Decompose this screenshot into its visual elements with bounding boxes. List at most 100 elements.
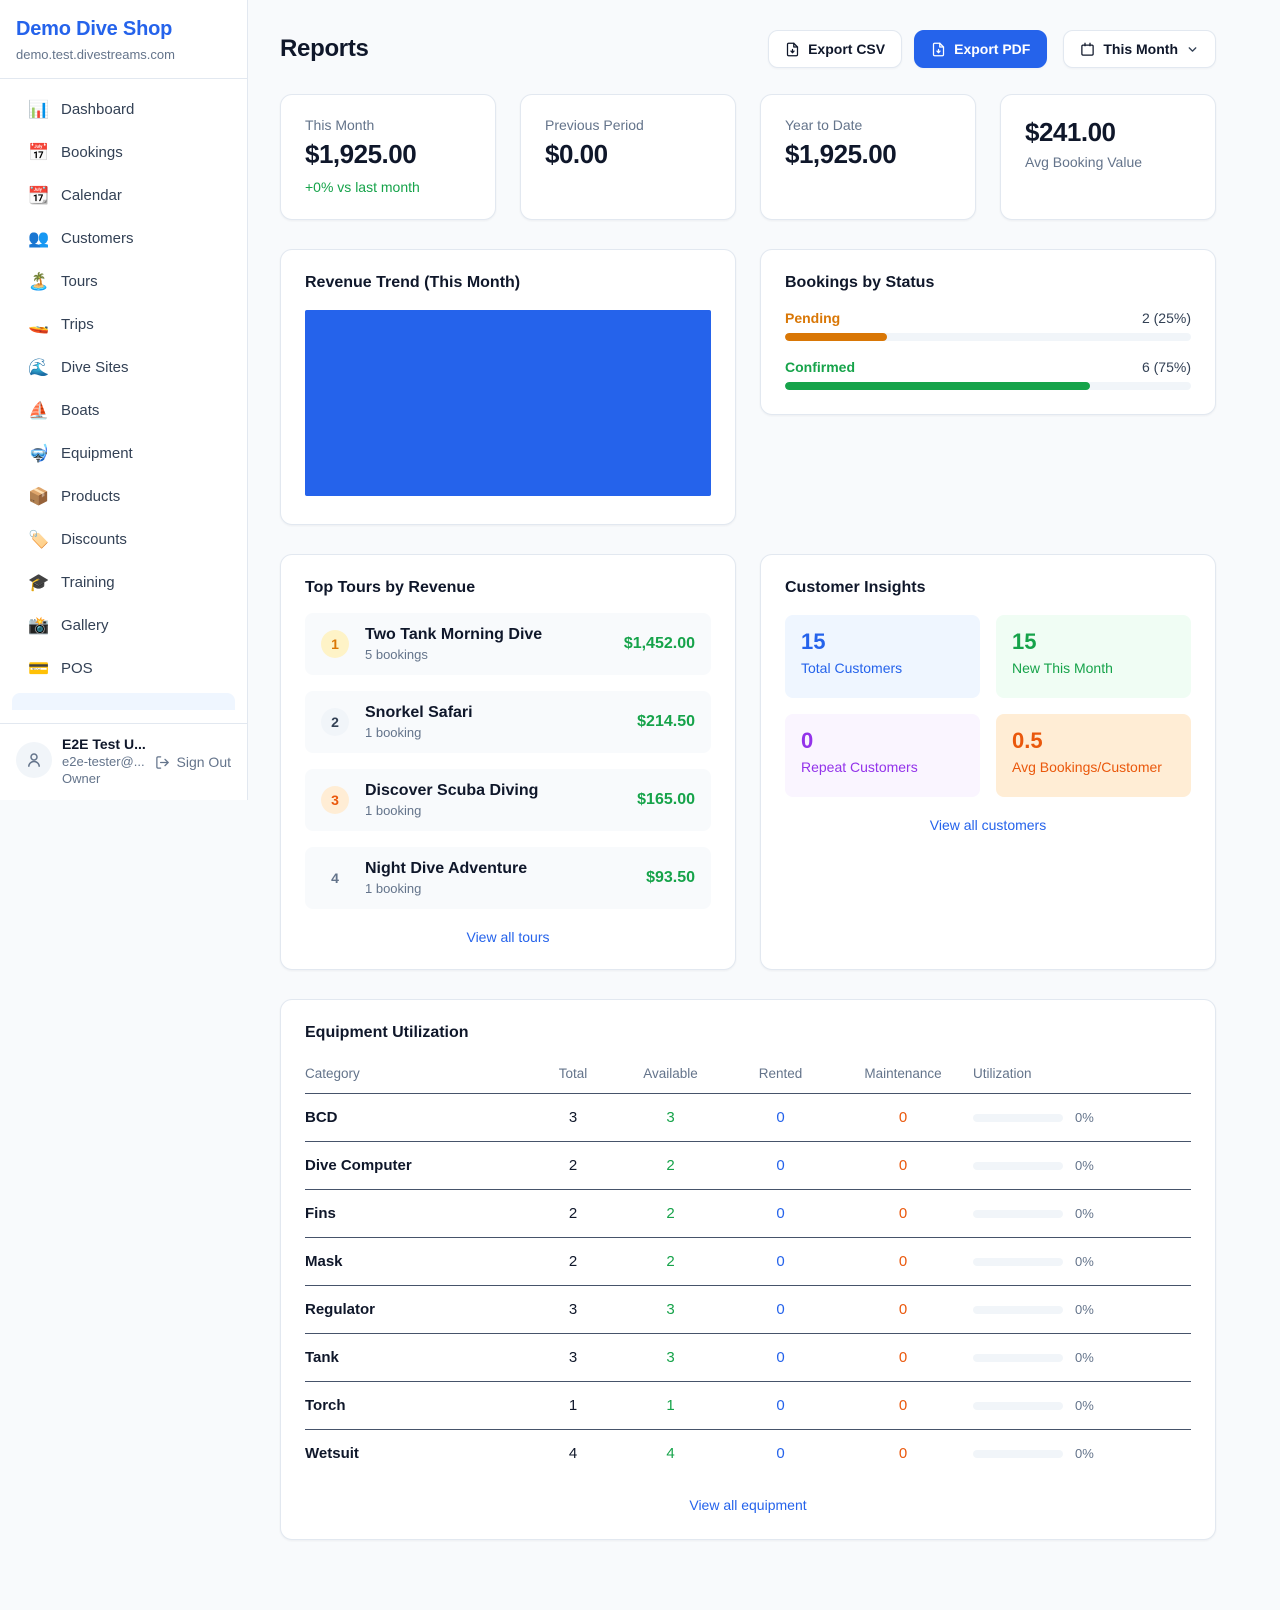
sidebar-item-products[interactable]: 📦 Products [12, 478, 235, 516]
utilization-track [973, 1210, 1063, 1218]
sidebar-item-boats[interactable]: ⛵ Boats [12, 392, 235, 430]
page-header: Reports Export CSV Export PDF This Month [280, 30, 1216, 68]
user-icon [25, 751, 43, 769]
table-row: Mask 2 2 0 0 0% [305, 1238, 1191, 1286]
export-pdf-button[interactable]: Export PDF [914, 30, 1047, 68]
top-tours-title: Top Tours by Revenue [305, 579, 711, 597]
sidebar-item-reports-partial[interactable] [12, 693, 235, 710]
tour-row: 3 Discover Scuba Diving 1 booking $165.0… [305, 769, 711, 831]
tour-bookings: 1 booking [365, 725, 621, 740]
utilization-track [973, 1306, 1063, 1314]
sidebar-item-pos[interactable]: 💳 POS [12, 650, 235, 688]
sidebar-item-tours[interactable]: 🏝️ Tours [12, 263, 235, 301]
progress-track [785, 333, 1191, 341]
file-download-icon [931, 42, 946, 57]
utilization-track [973, 1354, 1063, 1362]
wave-icon: 🌊 [28, 358, 48, 378]
sidebar-item-gallery[interactable]: 📸 Gallery [12, 607, 235, 645]
insight-tile-avg-bookings: 0.5 Avg Bookings/Customer [996, 714, 1191, 797]
rank-badge: 4 [321, 864, 349, 892]
logout-icon [155, 755, 170, 770]
period-dropdown[interactable]: This Month [1063, 30, 1216, 68]
tour-bookings: 5 bookings [365, 647, 608, 662]
equipment-utilization-title: Equipment Utilization [305, 1024, 1191, 1042]
tear-off-calendar-icon: 📆 [28, 186, 48, 206]
stat-card-year-to-date: Year to Date $1,925.00 [760, 94, 976, 220]
utilization-cell: 0% [973, 1446, 1191, 1461]
sidebar-item-customers[interactable]: 👥 Customers [12, 220, 235, 258]
customer-insights-card: Customer Insights 15 Total Customers 15 … [760, 554, 1216, 970]
sidebar-item-dashboard[interactable]: 📊 Dashboard [12, 91, 235, 129]
tour-bookings: 1 booking [365, 881, 630, 896]
avatar [16, 742, 52, 778]
tour-row: 4 Night Dive Adventure 1 booking $93.50 [305, 847, 711, 909]
table-row: BCD 3 3 0 0 0% [305, 1094, 1191, 1142]
brand-block: Demo Dive Shop demo.test.divestreams.com [0, 0, 247, 79]
sidebar-item-trips[interactable]: 🚤 Trips [12, 306, 235, 344]
status-row-pending: Pending 2 (25%) [785, 310, 1191, 341]
progress-fill [785, 382, 1090, 390]
insights-row: Top Tours by Revenue 1 Two Tank Morning … [280, 554, 1216, 970]
stats-row: This Month $1,925.00 +0% vs last month P… [280, 94, 1216, 220]
status-count: 6 (75%) [1142, 359, 1191, 375]
export-csv-button[interactable]: Export CSV [768, 30, 902, 68]
sidebar-item-discounts[interactable]: 🏷️ Discounts [12, 521, 235, 559]
revenue-trend-card: Revenue Trend (This Month) [280, 249, 736, 525]
view-all-equipment-link[interactable]: View all equipment [305, 1497, 1191, 1513]
stat-card-this-month: This Month $1,925.00 +0% vs last month [280, 94, 496, 220]
insight-tile-new-this-month: 15 New This Month [996, 615, 1191, 698]
utilization-track [973, 1258, 1063, 1266]
table-header-row: Category Total Available Rented Maintena… [305, 1058, 1191, 1094]
utilization-cell: 0% [973, 1254, 1191, 1269]
customer-insights-title: Customer Insights [785, 579, 1191, 597]
insight-tile-repeat-customers: 0 Repeat Customers [785, 714, 980, 797]
calendar-icon: 📅 [28, 143, 48, 163]
sidebar-item-equipment[interactable]: 🤿 Equipment [12, 435, 235, 473]
status-label: Pending [785, 310, 840, 326]
charts-row: Revenue Trend (This Month) Bookings by S… [280, 249, 1216, 525]
sidebar-item-training[interactable]: 🎓 Training [12, 564, 235, 602]
rank-badge: 2 [321, 708, 349, 736]
file-download-icon [785, 42, 800, 57]
sidebar-item-dive-sites[interactable]: 🌊 Dive Sites [12, 349, 235, 387]
chevron-down-icon [1186, 43, 1199, 56]
table-row: Dive Computer 2 2 0 0 0% [305, 1142, 1191, 1190]
sidebar-user-footer: E2E Test U... e2e-tester@... Owner Sign … [0, 723, 247, 800]
header-actions: Export CSV Export PDF This Month [768, 30, 1216, 68]
column-header: Category [305, 1058, 533, 1094]
stat-card-previous-period: Previous Period $0.00 [520, 94, 736, 220]
shop-domain: demo.test.divestreams.com [16, 47, 231, 62]
sidebar-item-bookings[interactable]: 📅 Bookings [12, 134, 235, 172]
sailboat-icon: ⛵ [28, 401, 48, 421]
tour-name: Discover Scuba Diving [365, 782, 621, 800]
column-header: Total [533, 1058, 613, 1094]
utilization-cell: 0% [973, 1110, 1191, 1125]
tour-revenue: $1,452.00 [624, 635, 695, 653]
revenue-trend-title: Revenue Trend (This Month) [305, 274, 711, 292]
top-tours-card: Top Tours by Revenue 1 Two Tank Morning … [280, 554, 736, 970]
utilization-cell: 0% [973, 1206, 1191, 1221]
status-label: Confirmed [785, 359, 855, 375]
view-all-tours-link[interactable]: View all tours [305, 929, 711, 945]
tour-name: Two Tank Morning Dive [365, 626, 608, 644]
table-row: Torch 1 1 0 0 0% [305, 1382, 1191, 1430]
view-all-customers-link[interactable]: View all customers [785, 817, 1191, 833]
utilization-track [973, 1402, 1063, 1410]
progress-track [785, 382, 1191, 390]
equipment-utilization-card: Equipment Utilization Category Total Ava… [280, 999, 1216, 1540]
stat-delta: +0% vs last month [305, 179, 471, 195]
sidebar: Demo Dive Shop demo.test.divestreams.com… [0, 0, 248, 800]
column-header: Maintenance [833, 1058, 973, 1094]
graduation-cap-icon: 🎓 [28, 573, 48, 593]
utilization-cell: 0% [973, 1398, 1191, 1413]
utilization-cell: 0% [973, 1302, 1191, 1317]
user-role: Owner [62, 771, 145, 786]
table-row: Fins 2 2 0 0 0% [305, 1190, 1191, 1238]
bar-chart-icon: 📊 [28, 100, 48, 120]
sidebar-item-calendar[interactable]: 📆 Calendar [12, 177, 235, 215]
tour-row: 2 Snorkel Safari 1 booking $214.50 [305, 691, 711, 753]
calendar-icon [1080, 42, 1095, 57]
main-content: Reports Export CSV Export PDF This Month [248, 0, 1216, 1540]
sign-out-button[interactable]: Sign Out [155, 754, 231, 770]
tour-revenue: $93.50 [646, 869, 695, 887]
